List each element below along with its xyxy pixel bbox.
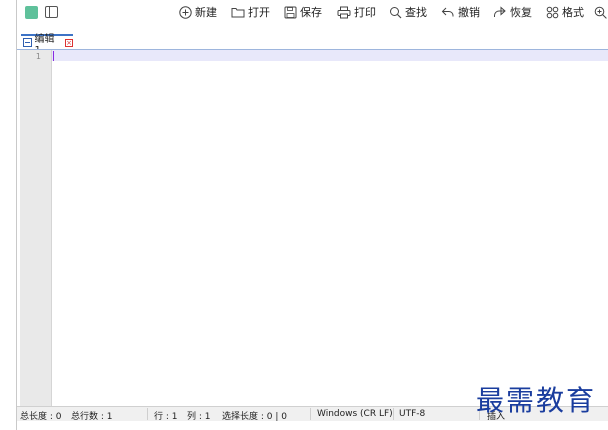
line-number: 1 <box>35 52 41 61</box>
status-divider <box>393 408 394 420</box>
close-icon[interactable]: × <box>65 38 73 47</box>
format-button[interactable]: 格式 <box>546 2 584 22</box>
status-col: 列 : 1 <box>187 412 211 422</box>
zoom-in-icon <box>594 6 607 19</box>
save-label: 保存 <box>300 6 322 19</box>
open-label: 打开 <box>248 6 270 19</box>
print-button[interactable]: 打印 <box>337 2 376 22</box>
toolbar-left-group <box>25 4 58 20</box>
watermark-text: 最需教育 <box>476 384 596 416</box>
new-button[interactable]: 新建 <box>179 2 217 22</box>
text-caret <box>53 51 54 61</box>
text-editor[interactable]: 1 <box>20 50 608 406</box>
folder-icon <box>231 8 245 18</box>
tab-bar: 编辑 1 × <box>17 34 608 56</box>
watermark: 最需教育 <box>472 380 608 417</box>
undo-arrow-icon <box>441 7 454 17</box>
app-color-icon[interactable] <box>25 5 38 19</box>
find-label: 查找 <box>405 6 427 19</box>
printer-icon <box>337 6 351 18</box>
format-grid-icon <box>546 6 559 18</box>
line-gutter: 1 <box>20 50 52 406</box>
document-icon <box>23 38 32 47</box>
find-button[interactable]: 查找 <box>389 2 427 22</box>
status-divider <box>147 408 148 420</box>
redo-arrow-icon <box>494 6 506 17</box>
plus-circle-icon <box>179 5 192 19</box>
status-eol[interactable]: Windows (CR LF) <box>317 409 393 419</box>
status-divider <box>310 408 311 420</box>
undo-label: 撤销 <box>458 6 480 19</box>
editor-window: 新建 打开 保存 打印 查找 撤销 恢复 格式 编辑 × 1 总长度: 0 总… <box>16 0 608 430</box>
status-row: 行 : 1 <box>154 412 178 422</box>
current-line-highlight <box>52 50 608 61</box>
zoom-button[interactable] <box>594 2 608 22</box>
print-label: 打印 <box>354 6 376 19</box>
new-label: 新建 <box>195 6 217 19</box>
status-length: 总长度 : 0 <box>20 412 62 422</box>
status-selection: 选择长度 : 0 | 0 <box>222 412 287 422</box>
search-icon <box>390 6 402 18</box>
status-lines: 总行数 : 1 <box>71 412 113 422</box>
sidebar-toggle-icon[interactable] <box>45 6 58 18</box>
open-button[interactable]: 打开 <box>231 2 270 22</box>
toolbar: 新建 打开 保存 打印 查找 撤销 恢复 格式 <box>17 0 608 24</box>
save-button[interactable]: 保存 <box>284 2 322 22</box>
floppy-disk-icon <box>284 6 297 18</box>
tab-document[interactable]: 编辑 1 × <box>21 34 73 56</box>
undo-button[interactable]: 撤销 <box>441 2 480 22</box>
redo-button[interactable]: 恢复 <box>493 2 532 22</box>
redo-label: 恢复 <box>510 6 532 19</box>
format-label: 格式 <box>562 6 584 19</box>
status-encoding[interactable]: UTF-8 <box>399 409 425 419</box>
